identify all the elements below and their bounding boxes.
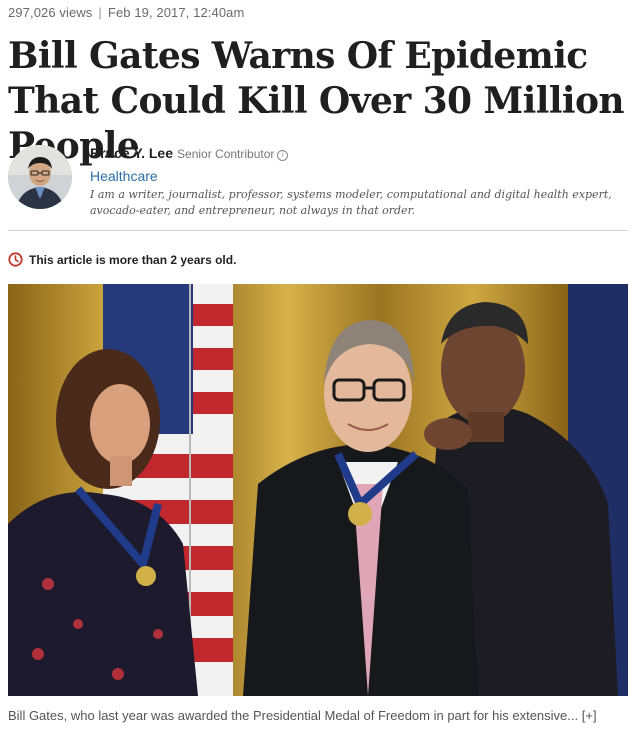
meta-separator: |	[98, 5, 102, 20]
divider	[8, 230, 628, 231]
view-count: 297,026 views	[8, 5, 93, 20]
info-icon[interactable]: i	[277, 150, 289, 161]
article-meta: 297,026 views | Feb 19, 2017, 12:40am	[8, 5, 244, 20]
article-age-notice: This article is more than 2 years old.	[8, 252, 236, 267]
byline: Bruce Y. Lee Senior Contributor i Healthca…	[90, 144, 630, 219]
author-row: Bruce Y. Lee Senior Contributor i	[90, 144, 630, 163]
author-bio: I am a writer, journalist, professor, sy…	[90, 188, 612, 217]
article-photo[interactable]	[8, 284, 628, 696]
clock-icon	[8, 252, 23, 267]
photo-illustration	[8, 284, 628, 696]
photo-caption: Bill Gates, who last year was awarded th…	[8, 706, 628, 725]
caption-text: Bill Gates, who last year was awarded th…	[8, 708, 579, 723]
author-role: Senior Contributor	[177, 147, 275, 161]
author-name-link[interactable]: Bruce Y. Lee	[90, 145, 173, 161]
article-age-text: This article is more than 2 years old.	[29, 253, 237, 267]
author-portrait	[8, 145, 72, 209]
author-avatar[interactable]	[8, 145, 72, 209]
category-link[interactable]: Healthcare	[90, 167, 630, 185]
expand-caption-button[interactable]: [+]	[582, 708, 597, 723]
publish-date: Feb 19, 2017, 12:40am	[107, 5, 245, 20]
